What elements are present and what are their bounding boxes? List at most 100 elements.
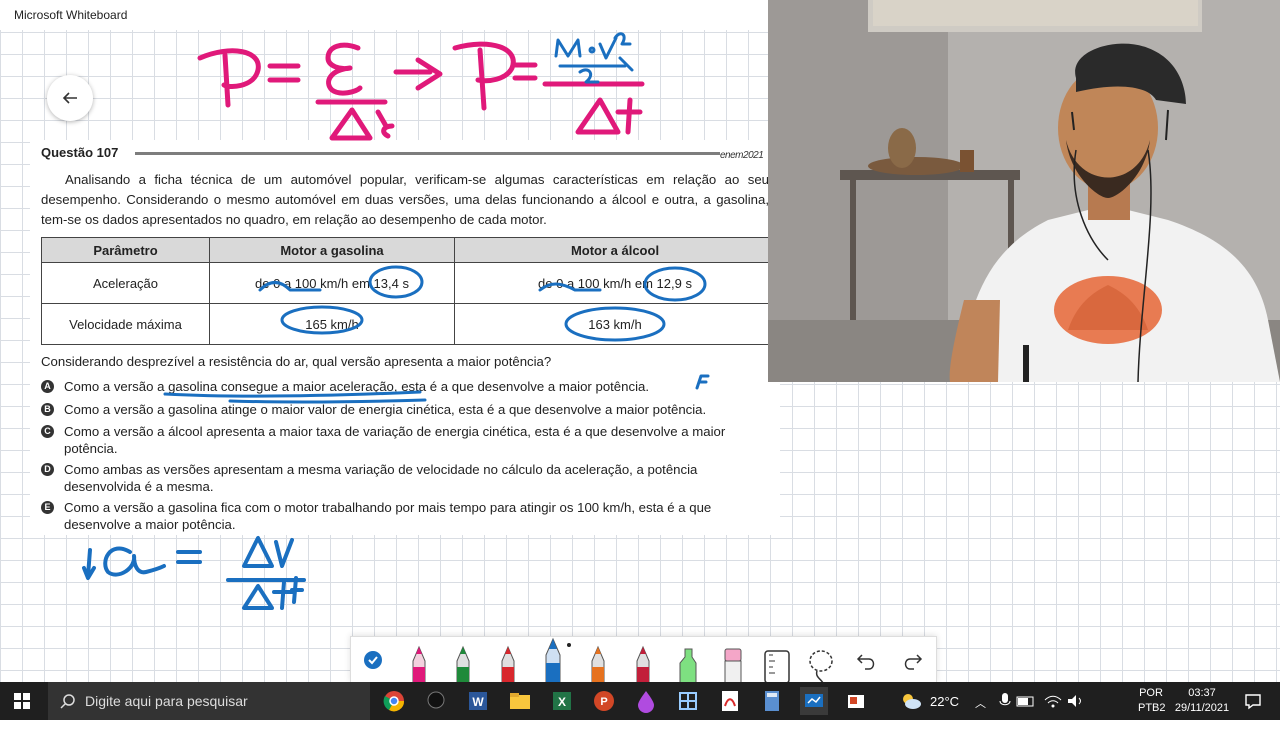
lasso-icon	[809, 650, 833, 684]
table-cell: de 0 a 100 km/h em 12,9 s	[454, 262, 776, 304]
pen-pink[interactable]	[399, 637, 439, 684]
presenter-image	[768, 0, 1280, 382]
microphone-icon[interactable]	[998, 692, 1012, 710]
pen-green[interactable]	[443, 637, 483, 684]
helmet-icon	[427, 691, 445, 709]
webcam-video	[768, 0, 1280, 382]
check-circle-icon	[364, 651, 382, 669]
svg-text:W: W	[472, 695, 484, 709]
network-icon[interactable]	[1043, 692, 1063, 710]
pen-red-2[interactable]	[623, 637, 663, 684]
clock-time: 03:37	[1188, 687, 1216, 699]
redo-icon	[904, 654, 923, 670]
table-header: Motor a álcool	[454, 237, 776, 263]
search-placeholder: Digite aqui para pesquisar	[85, 693, 248, 709]
pen-icon	[412, 645, 426, 684]
ink-toolbar	[350, 636, 937, 684]
answer-option-e: E Como a versão a gasolina fica com o mo…	[41, 499, 769, 533]
question-paragraph: Analisando a ficha técnica de um automóv…	[41, 172, 769, 227]
app-title: Microsoft Whiteboard	[14, 8, 128, 22]
table-header-row: Parâmetro Motor a gasolina Motor a álcoo…	[41, 237, 776, 263]
table-cell: Aceleração	[41, 262, 210, 304]
answer-option-c: C Como a versão a álcool apresenta a mai…	[41, 423, 769, 457]
back-button[interactable]	[47, 75, 93, 121]
chrome-icon	[383, 691, 405, 712]
option-letter: A	[41, 380, 54, 393]
table-row: Aceleração de 0 a 100 km/h em 13,4 s de …	[41, 262, 776, 304]
option-text: Como a versão a gasolina fica com o moto…	[64, 500, 712, 532]
redo-button[interactable]	[892, 637, 932, 683]
taskbar: Digite aqui para pesquisar W X P 22°C ︿ …	[0, 682, 1280, 720]
undo-icon	[856, 654, 875, 670]
source-label: enem2021	[720, 150, 764, 161]
table-cell: 163 km/h	[454, 303, 776, 345]
highlighter-green[interactable]	[668, 637, 708, 684]
table-cell: de 0 a 100 km/h em 13,4 s	[209, 262, 455, 304]
chevron-up-icon[interactable]: ︿	[975, 695, 986, 733]
answer-option-d: D Como ambas as versões apresentam a mes…	[41, 461, 769, 495]
word-app[interactable]: W	[464, 687, 492, 715]
table-header: Motor a gasolina	[209, 237, 455, 263]
excel-icon: X	[553, 692, 571, 710]
app-icon[interactable]	[842, 687, 870, 715]
ruler-tool[interactable]	[757, 637, 797, 684]
search-icon	[60, 694, 75, 709]
performance-table: Parâmetro Motor a gasolina Motor a álcoo…	[41, 237, 776, 345]
pen-orange[interactable]	[578, 637, 618, 684]
question-divider	[135, 152, 720, 155]
pen-blue[interactable]	[533, 637, 573, 684]
excel-app[interactable]: X	[548, 687, 576, 715]
weather-icon	[903, 694, 921, 709]
weather-widget[interactable]: 22°C	[900, 682, 970, 720]
option-text: Como a versão a gasolina atinge o maior …	[64, 402, 707, 417]
option-letter: C	[41, 425, 54, 438]
answer-option-b: B Como a versão a gasolina atinge o maio…	[41, 401, 769, 418]
clock-date: 29/11/2021	[1174, 702, 1230, 714]
chrome-app[interactable]	[380, 687, 408, 715]
language-code: POR	[1139, 687, 1163, 699]
whiteboard-icon	[805, 694, 823, 707]
temperature: 22°C	[930, 694, 960, 709]
pen-icon	[545, 637, 571, 684]
undo-button[interactable]	[847, 637, 887, 683]
tray-icons	[998, 692, 1086, 730]
taskbar-search[interactable]: Digite aqui para pesquisar	[48, 682, 370, 720]
select-tool[interactable]	[357, 637, 397, 683]
powerpoint-app[interactable]: P	[590, 687, 618, 715]
app-icon[interactable]	[422, 687, 450, 715]
question-title: Questão 107	[41, 145, 119, 160]
option-text: Como ambas as versões apresentam a mesma…	[64, 462, 698, 494]
pen-icon	[591, 645, 605, 684]
paint-app[interactable]	[632, 687, 660, 715]
pen-icon	[501, 645, 515, 684]
battery-icon[interactable]	[1015, 692, 1039, 710]
file-explorer-app[interactable]	[506, 687, 534, 715]
ruler-icon	[764, 650, 790, 684]
keyboard-layout: PTB2	[1138, 702, 1166, 714]
table-cell: Velocidade máxima	[41, 303, 210, 345]
pdf-icon	[722, 691, 738, 711]
option-letter: E	[41, 501, 54, 514]
notification-icon	[1245, 694, 1261, 710]
clock[interactable]: 03:37 29/11/2021	[1170, 682, 1234, 724]
volume-icon[interactable]	[1066, 692, 1086, 710]
powerpoint-icon: P	[594, 691, 614, 711]
notifications-button[interactable]	[1244, 692, 1262, 730]
droplet-icon	[638, 691, 654, 713]
pen-icon	[456, 645, 470, 684]
pen-red[interactable]	[488, 637, 528, 684]
start-button[interactable]	[14, 693, 30, 714]
option-text: Como a versão a álcool apresenta a maior…	[64, 424, 726, 456]
option-text: Como a versão a gasolina consegue a maio…	[64, 379, 650, 394]
eraser-tool[interactable]	[713, 637, 753, 684]
pdf-app[interactable]	[716, 687, 744, 715]
calculator-app[interactable]	[758, 687, 786, 715]
lasso-tool[interactable]	[801, 637, 841, 684]
whiteboard-app[interactable]	[800, 687, 828, 715]
language-indicator[interactable]: POR PTB2	[1138, 682, 1166, 724]
word-icon: W	[469, 692, 487, 710]
grid-icon	[679, 692, 697, 710]
app-icon[interactable]	[674, 687, 702, 715]
arrow-left-icon	[62, 92, 77, 104]
table-row: Velocidade máxima 165 km/h 163 km/h	[41, 303, 776, 345]
